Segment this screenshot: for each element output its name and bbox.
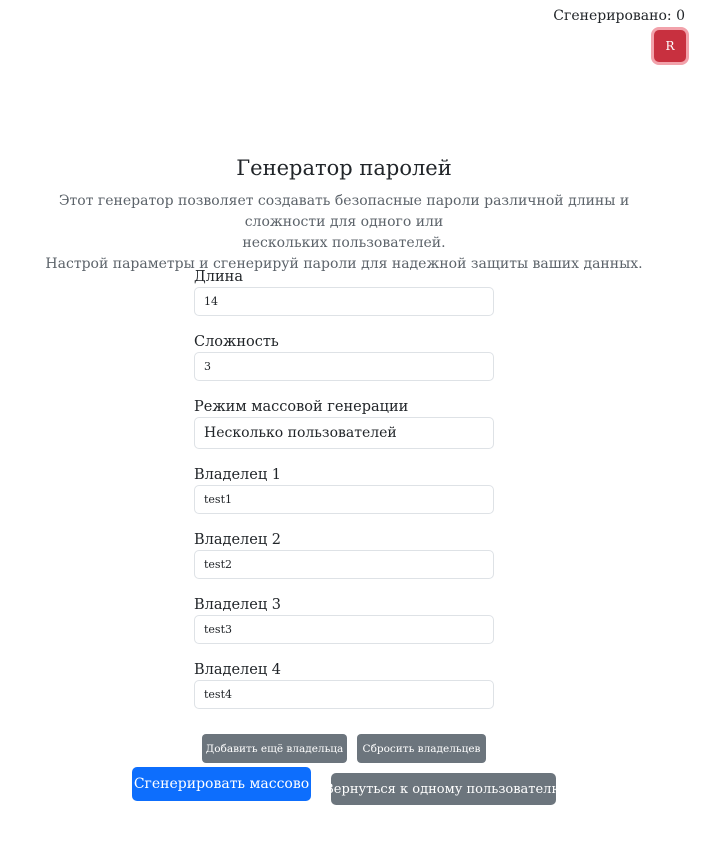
description-line-1: Этот генератор позволяет создавать безоп… xyxy=(58,193,630,230)
owner-input-1[interactable] xyxy=(194,485,494,514)
description-line-2: нескольких пользователей. xyxy=(242,235,446,251)
reset-owners-button[interactable]: Сбросить владельцев xyxy=(357,734,486,763)
owner-label-2: Владелец 2 xyxy=(194,532,281,548)
length-input[interactable] xyxy=(194,287,494,316)
owner-input-4[interactable] xyxy=(194,680,494,709)
owner-field-3: Владелец 3 xyxy=(194,595,494,660)
owner-label-4: Владелец 4 xyxy=(194,662,281,678)
owner-input-2[interactable] xyxy=(194,550,494,579)
add-owner-button[interactable]: Добавить ещё владельца xyxy=(202,734,347,763)
owner-field-4: Владелец 4 xyxy=(194,660,494,725)
complexity-input[interactable] xyxy=(194,352,494,381)
owner-label-3: Владелец 3 xyxy=(194,597,281,613)
mode-label: Режим массовой генерации xyxy=(194,399,409,415)
owner-field-2: Владелец 2 xyxy=(194,530,494,595)
back-to-single-user-button[interactable]: Вернуться к одному пользователю xyxy=(324,773,563,805)
generate-bulk-button[interactable]: Сгенерировать массово xyxy=(132,767,311,801)
page-description: Этот генератор позволяет создавать безоп… xyxy=(30,191,658,275)
mode-field: Режим массовой генерации Несколько польз… xyxy=(194,397,494,465)
owner-field-1: Владелец 1 xyxy=(194,465,494,530)
complexity-field: Сложность xyxy=(194,332,494,397)
complexity-label: Сложность xyxy=(194,334,279,350)
owner-input-3[interactable] xyxy=(194,615,494,644)
length-field: Длина xyxy=(194,267,494,332)
page-title: Генератор паролей xyxy=(236,156,452,180)
user-avatar[interactable]: R xyxy=(654,30,686,62)
generator-form: Длина Сложность Режим массовой генерации… xyxy=(194,267,494,725)
generated-counter: Сгенерировано: 0 xyxy=(553,8,685,24)
length-label: Длина xyxy=(194,269,243,285)
owner-label-1: Владелец 1 xyxy=(194,467,281,483)
mode-select[interactable]: Несколько пользователей xyxy=(194,417,494,449)
